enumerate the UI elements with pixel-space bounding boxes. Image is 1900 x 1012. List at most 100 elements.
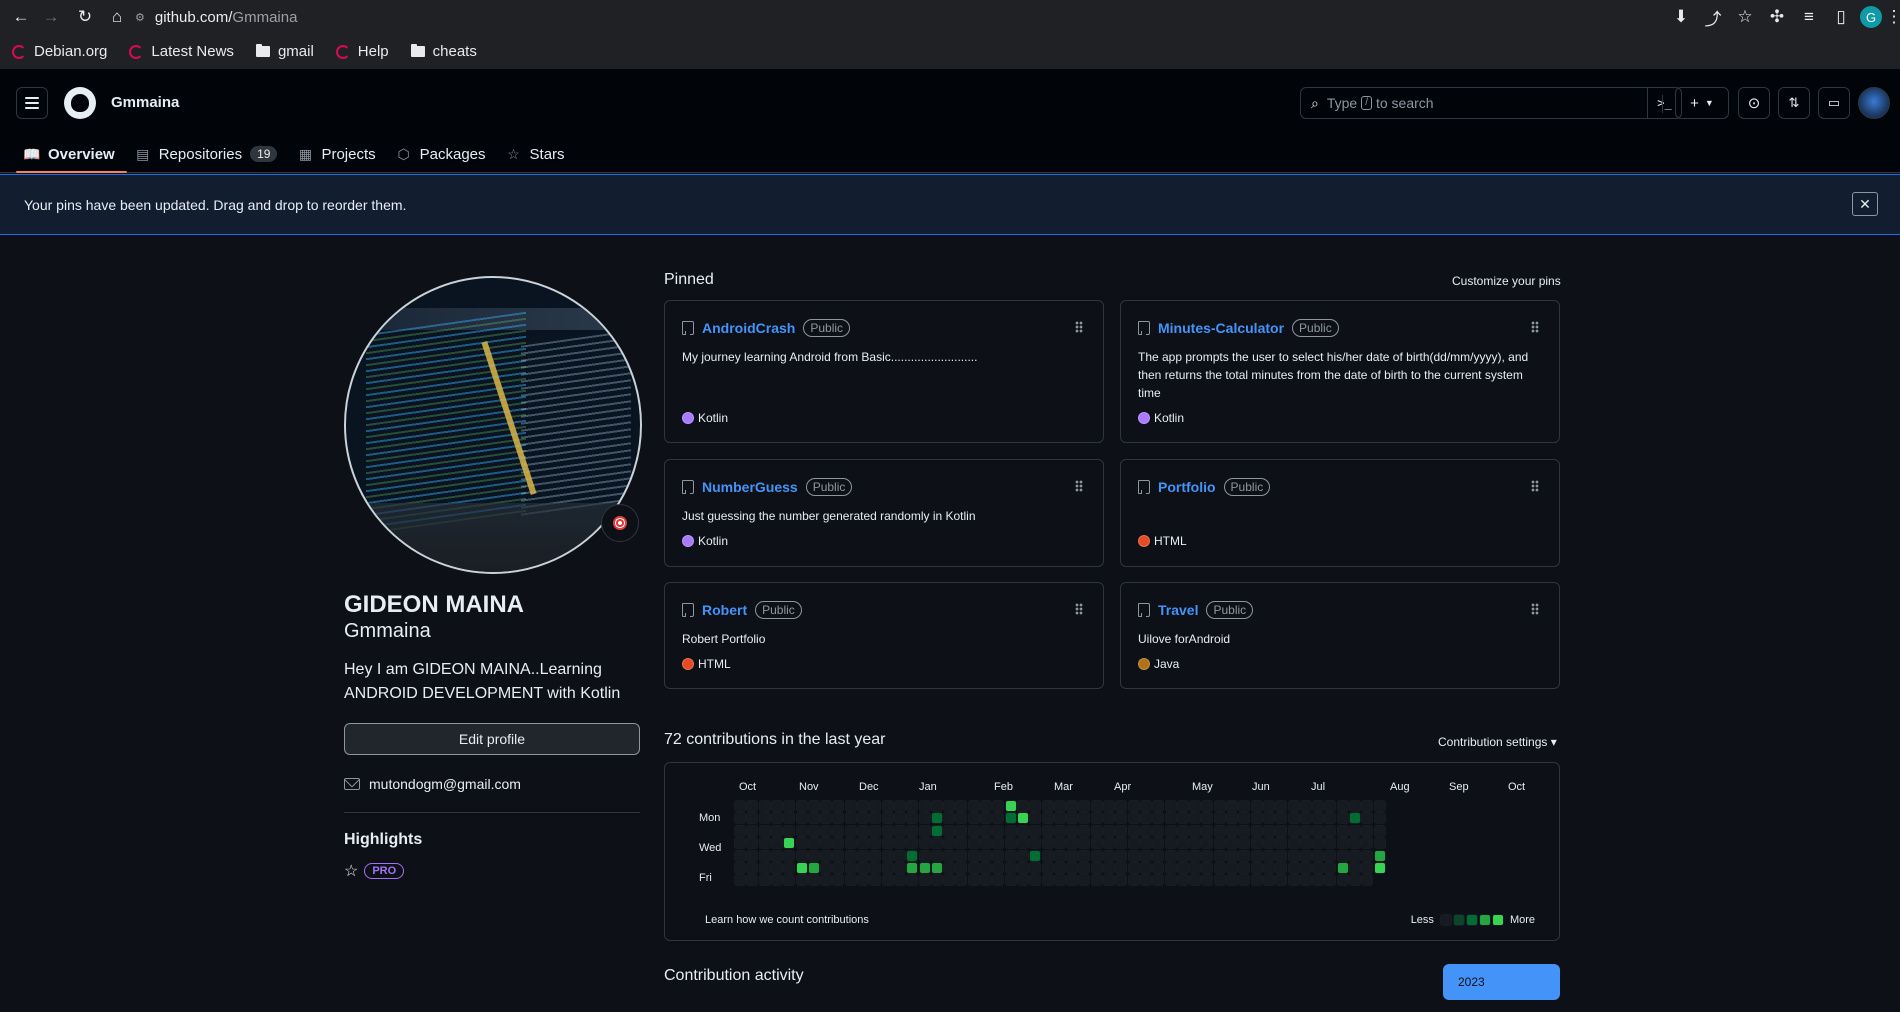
contribution-day-cell[interactable] bbox=[992, 800, 1005, 812]
contribution-day-cell[interactable] bbox=[1004, 812, 1017, 825]
contribution-day-cell[interactable] bbox=[1262, 800, 1275, 812]
contribution-day-cell[interactable] bbox=[1373, 824, 1386, 837]
repo-link[interactable]: Travel bbox=[1158, 602, 1198, 618]
tab-stars[interactable]: ☆ Stars bbox=[498, 135, 577, 173]
contribution-day-cell[interactable] bbox=[1041, 874, 1054, 887]
contribution-day-cell[interactable] bbox=[1201, 862, 1214, 874]
contribution-day-cell[interactable] bbox=[1299, 800, 1312, 812]
contribution-day-cell[interactable] bbox=[1250, 824, 1263, 837]
contribution-day-cell[interactable] bbox=[1127, 862, 1140, 874]
contribution-day-cell[interactable] bbox=[955, 849, 968, 862]
contribution-day-cell[interactable] bbox=[918, 862, 931, 874]
contribution-day-cell[interactable] bbox=[1152, 812, 1165, 825]
contribution-day-cell[interactable] bbox=[734, 800, 746, 812]
contribution-day-cell[interactable] bbox=[869, 824, 882, 837]
drag-handle-icon[interactable] bbox=[1075, 480, 1083, 492]
contribution-day-cell[interactable] bbox=[943, 824, 956, 837]
contribution-day-cell[interactable] bbox=[881, 874, 894, 887]
contribution-day-cell[interactable] bbox=[980, 824, 992, 837]
contribution-day-cell[interactable] bbox=[1275, 849, 1288, 862]
contribution-day-cell[interactable] bbox=[746, 862, 759, 874]
contribution-day-cell[interactable] bbox=[967, 800, 980, 812]
contribution-day-cell[interactable] bbox=[1103, 800, 1115, 812]
contribution-day-cell[interactable] bbox=[1336, 837, 1349, 850]
contribution-day-cell[interactable] bbox=[1004, 849, 1017, 862]
contribution-day-cell[interactable] bbox=[1373, 837, 1386, 850]
edit-profile-button[interactable]: Edit profile bbox=[344, 723, 640, 755]
contribution-day-cell[interactable] bbox=[770, 862, 783, 874]
contribution-day-cell[interactable] bbox=[1262, 849, 1275, 862]
contribution-day-cell[interactable] bbox=[980, 837, 992, 850]
contribution-day-cell[interactable] bbox=[1152, 800, 1165, 812]
contribution-day-cell[interactable] bbox=[1189, 812, 1202, 825]
contribution-day-cell[interactable] bbox=[857, 849, 869, 862]
contribution-day-cell[interactable] bbox=[980, 874, 992, 887]
drag-handle-icon[interactable] bbox=[1531, 321, 1539, 333]
year-2023-button[interactable]: 2023 bbox=[1443, 964, 1560, 1000]
bookmark-cheats[interactable]: cheats bbox=[410, 43, 477, 60]
contribution-day-cell[interactable] bbox=[832, 849, 845, 862]
contribution-day-cell[interactable] bbox=[770, 849, 783, 862]
contribution-day-cell[interactable] bbox=[980, 812, 992, 825]
contribution-day-cell[interactable] bbox=[1262, 874, 1275, 887]
contribution-day-cell[interactable] bbox=[1103, 812, 1115, 825]
contribution-day-cell[interactable] bbox=[1373, 812, 1386, 825]
contribution-day-cell[interactable] bbox=[980, 849, 992, 862]
pull-requests-button[interactable]: ⇅ bbox=[1778, 87, 1810, 119]
contribution-day-cell[interactable] bbox=[1349, 874, 1361, 887]
contribution-day-cell[interactable] bbox=[1349, 849, 1361, 862]
bookmark-debian[interactable]: Debian.org bbox=[12, 43, 107, 60]
contribution-day-cell[interactable] bbox=[1029, 862, 1042, 874]
contribution-day-cell[interactable] bbox=[1312, 862, 1325, 874]
contribution-day-cell[interactable] bbox=[1176, 812, 1189, 825]
contribution-day-cell[interactable] bbox=[955, 862, 968, 874]
contribution-day-cell[interactable] bbox=[783, 812, 796, 825]
contribution-day-cell[interactable] bbox=[1078, 874, 1091, 887]
contribution-day-cell[interactable] bbox=[795, 874, 808, 887]
contribution-day-cell[interactable] bbox=[1090, 837, 1103, 850]
contribution-day-cell[interactable] bbox=[967, 849, 980, 862]
contribution-day-cell[interactable] bbox=[807, 800, 820, 812]
contribution-day-cell[interactable] bbox=[881, 862, 894, 874]
contribution-day-cell[interactable] bbox=[1250, 874, 1263, 887]
contribution-day-cell[interactable] bbox=[1189, 862, 1202, 874]
contribution-day-cell[interactable] bbox=[1262, 862, 1275, 874]
contribution-day-cell[interactable] bbox=[783, 800, 796, 812]
contribution-day-cell[interactable] bbox=[1238, 849, 1251, 862]
contribution-day-cell[interactable] bbox=[832, 862, 845, 874]
contribution-day-cell[interactable] bbox=[1201, 874, 1214, 887]
contribution-day-cell[interactable] bbox=[1287, 837, 1300, 850]
contribution-day-cell[interactable] bbox=[1189, 824, 1202, 837]
back-icon[interactable]: ← bbox=[8, 4, 34, 30]
contribution-day-cell[interactable] bbox=[1078, 824, 1091, 837]
contribution-day-cell[interactable] bbox=[1324, 874, 1337, 887]
contribution-day-cell[interactable] bbox=[1361, 800, 1374, 812]
contribution-day-cell[interactable] bbox=[930, 874, 943, 887]
contribution-day-cell[interactable] bbox=[1164, 837, 1177, 850]
contribution-day-cell[interactable] bbox=[1336, 824, 1349, 837]
contribution-day-cell[interactable] bbox=[795, 812, 808, 825]
contribution-day-cell[interactable] bbox=[1115, 862, 1128, 874]
contribution-day-cell[interactable] bbox=[893, 800, 906, 812]
contribution-day-cell[interactable] bbox=[980, 800, 992, 812]
contribution-day-cell[interactable] bbox=[906, 800, 919, 812]
share-icon[interactable]: ⤴ bbox=[1700, 4, 1726, 30]
contribution-day-cell[interactable] bbox=[881, 824, 894, 837]
repo-link[interactable]: Portfolio bbox=[1158, 479, 1216, 495]
contribution-day-cell[interactable] bbox=[844, 824, 857, 837]
contribution-day-cell[interactable] bbox=[1189, 800, 1202, 812]
extensions-icon[interactable]: ✣ bbox=[1764, 4, 1790, 30]
contribution-day-cell[interactable] bbox=[795, 824, 808, 837]
contribution-day-cell[interactable] bbox=[893, 874, 906, 887]
contribution-day-cell[interactable] bbox=[1336, 849, 1349, 862]
contribution-day-cell[interactable] bbox=[1250, 849, 1263, 862]
contribution-day-cell[interactable] bbox=[1016, 862, 1029, 874]
contribution-day-cell[interactable] bbox=[770, 800, 783, 812]
contribution-day-cell[interactable] bbox=[1213, 849, 1226, 862]
contribution-day-cell[interactable] bbox=[1287, 812, 1300, 825]
contribution-day-cell[interactable] bbox=[1115, 800, 1128, 812]
contribution-day-cell[interactable] bbox=[1189, 849, 1202, 862]
contribution-day-cell[interactable] bbox=[1090, 824, 1103, 837]
contribution-day-cell[interactable] bbox=[1349, 812, 1361, 825]
contribution-day-cell[interactable] bbox=[1287, 849, 1300, 862]
